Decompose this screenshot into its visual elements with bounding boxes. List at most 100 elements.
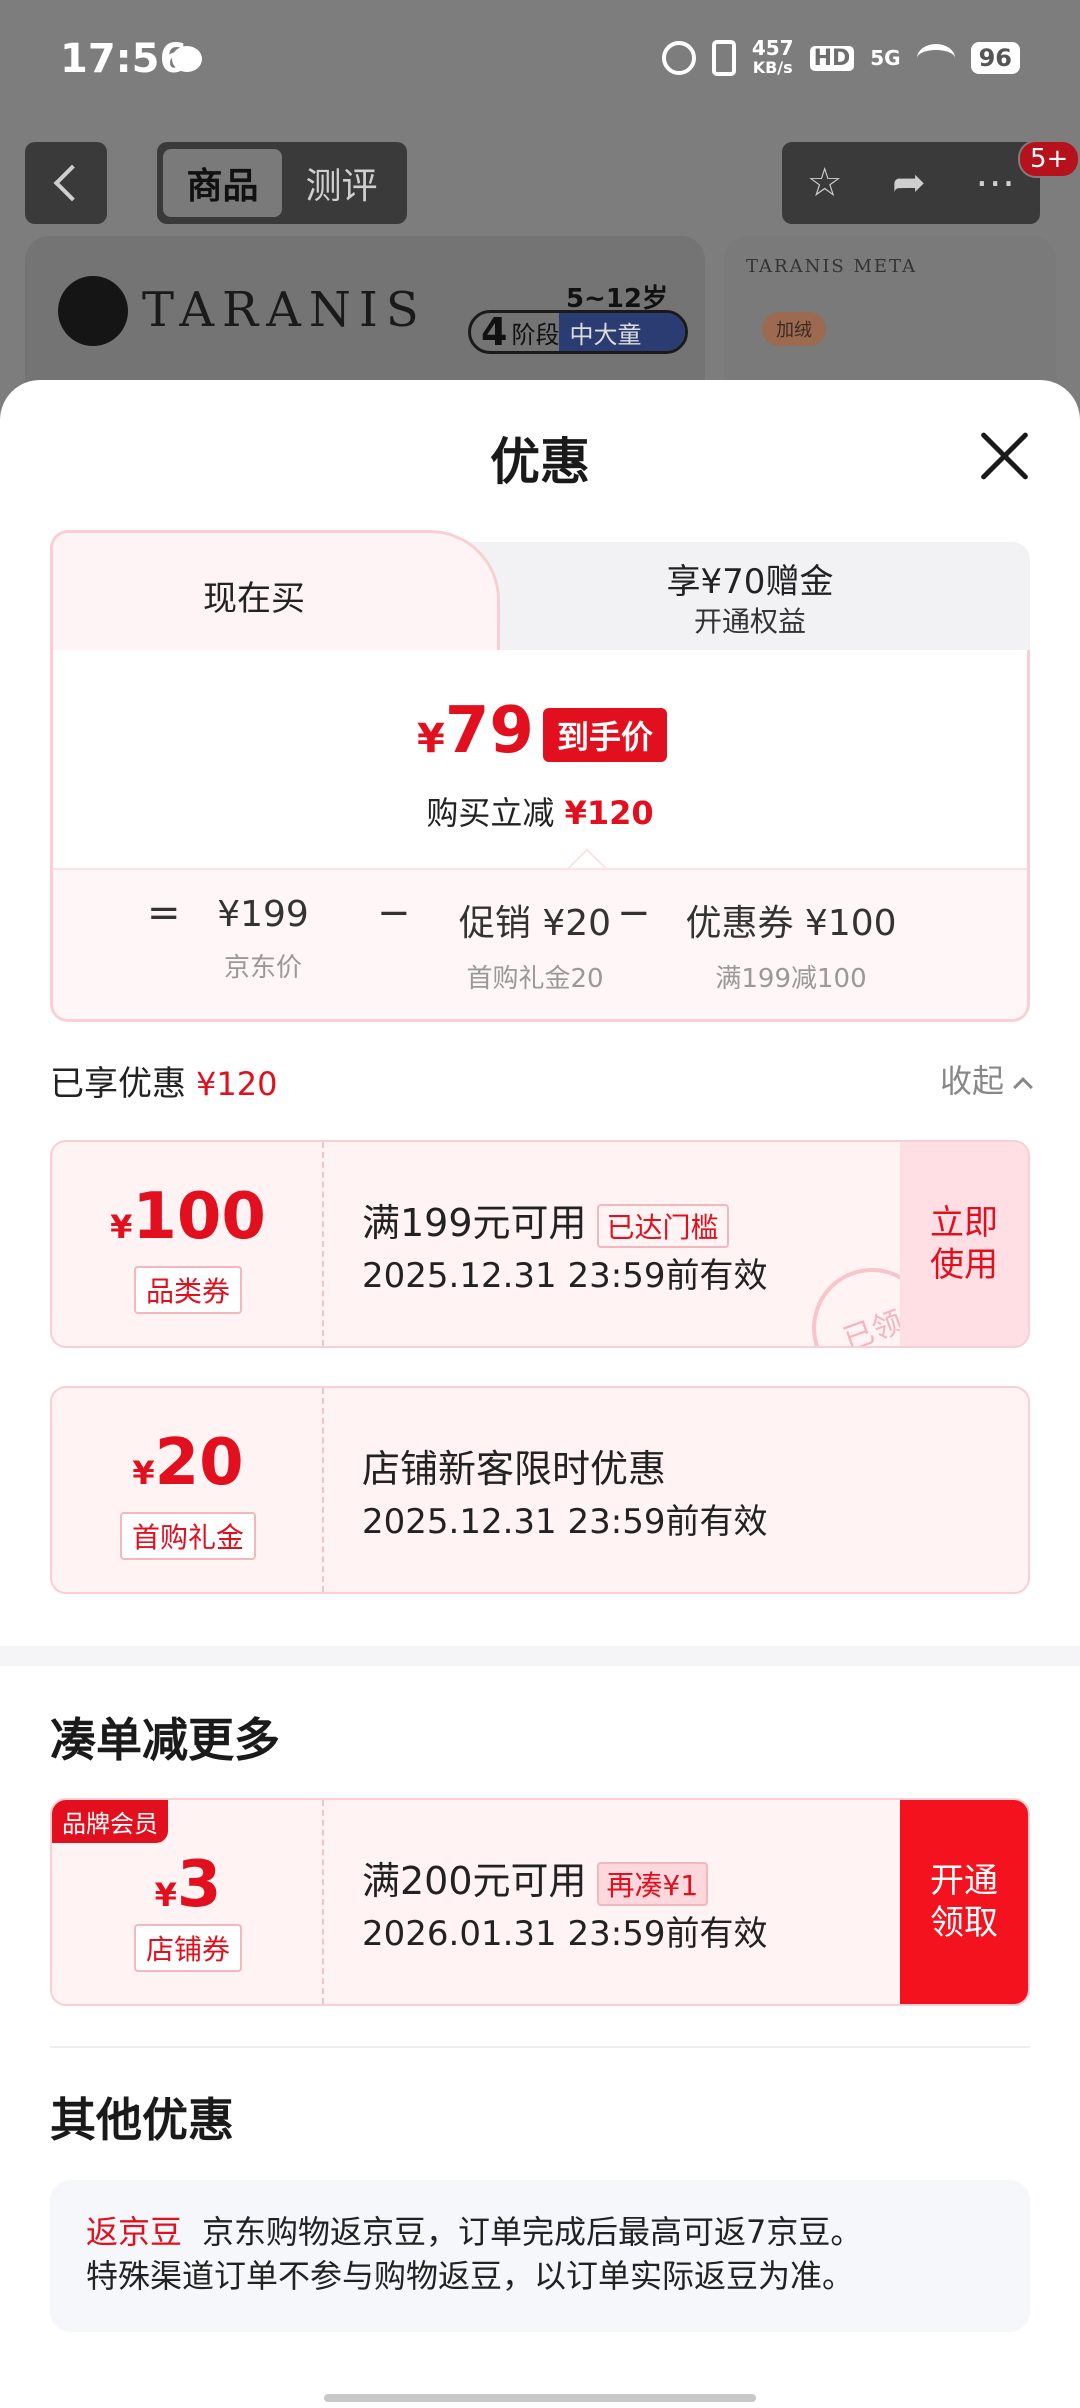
coupon-type: 店铺券 bbox=[52, 1924, 324, 1972]
jd-bean-text: 京东购物返京豆，订单完成后最高可返7京豆。 bbox=[202, 2213, 863, 2251]
signal-icon: 5G bbox=[870, 46, 901, 70]
coupon-label: 满199减100 bbox=[715, 964, 867, 994]
message-badge: 5+ bbox=[1018, 140, 1080, 178]
close-icon[interactable] bbox=[976, 428, 1032, 484]
chevron-up-icon bbox=[1013, 1077, 1033, 1097]
network-speed-value: 457 bbox=[751, 36, 794, 60]
stage-pill: 4 阶段 中大童 bbox=[468, 310, 688, 354]
coupon-type-label: 店铺券 bbox=[133, 1924, 242, 1972]
minus-sign-2: − bbox=[617, 890, 651, 936]
coupon-amount: ¥20 bbox=[52, 1428, 324, 1508]
membership-open: 开通权益 bbox=[693, 605, 806, 638]
enjoyed-amount: ¥120 bbox=[196, 1065, 278, 1103]
status-bar: 17:56 457 KB/s HD 5G 96 bbox=[0, 0, 1080, 120]
final-price-badge: 到手价 bbox=[543, 708, 668, 762]
membership-bonus: 享¥70赠金 bbox=[666, 562, 834, 602]
open-claim-button[interactable]: 开通 领取 bbox=[900, 1800, 1028, 2004]
coupon-amount: ¥3 bbox=[52, 1850, 324, 1930]
save-amount: ¥120 bbox=[564, 794, 654, 832]
jd-bean-line2: 特殊渠道订单不参与购物返豆，以订单实际返豆为准。 bbox=[86, 2257, 855, 2295]
tab-product[interactable]: 商品 bbox=[163, 149, 282, 217]
coupon-currency: ¥ bbox=[154, 1876, 177, 1914]
coupon-amount-value: 3 bbox=[176, 1848, 222, 1922]
coupon-card: ¥100 品类券 满199元可用 已达门槛 2025.12.31 23:59前有效… bbox=[50, 1140, 1030, 1348]
coupon-currency: ¥ bbox=[132, 1454, 155, 1492]
final-currency: ¥ bbox=[417, 716, 445, 762]
coupon-condition-text: 满199元可用 bbox=[362, 1201, 587, 1245]
coupon-type-label: 首购礼金 bbox=[119, 1512, 256, 1560]
member-badge: 品牌会员 bbox=[52, 1800, 168, 1843]
jd-bean-info: 返京豆 京东购物返京豆，订单完成后最高可返7京豆。 特殊渠道订单不参与购物返豆，以… bbox=[50, 2180, 1030, 2332]
back-button[interactable] bbox=[25, 142, 107, 224]
enjoyed-label: 已享优惠 bbox=[50, 1064, 186, 1104]
coupon-amount-value: 20 bbox=[154, 1426, 244, 1500]
final-price: ¥79 bbox=[417, 694, 534, 768]
tab-membership[interactable]: 享¥70赠金 开通权益 bbox=[470, 542, 1030, 652]
use-now-button[interactable]: 立即 使用 bbox=[900, 1142, 1028, 1346]
age-stage-label: 5~12岁 4 阶段 中大童 bbox=[468, 276, 688, 356]
product-tabs: 商品 测评 bbox=[157, 142, 407, 224]
sheet-title: 优惠 bbox=[490, 433, 590, 491]
coupon-amount: 优惠券 ¥100 bbox=[685, 903, 897, 944]
alarm-icon bbox=[661, 41, 696, 75]
network-speed: 457 KB/s bbox=[752, 38, 794, 78]
coupon-amount-value: 100 bbox=[132, 1180, 266, 1254]
threshold-tag: 已达门槛 bbox=[596, 1203, 729, 1248]
coupon-expiry: 2025.12.31 23:59前有效 bbox=[362, 1502, 768, 1542]
save-line: 购买立减 ¥120 bbox=[53, 788, 1027, 834]
brand-name: TARANIS bbox=[142, 282, 427, 338]
section-divider-line bbox=[50, 2046, 1030, 2048]
price-summary: ¥79 到手价 购买立减 ¥120 = ¥199 京东价 − 促销 ¥20 首购… bbox=[50, 650, 1030, 1022]
coupon-type: 首购礼金 bbox=[52, 1512, 324, 1560]
coupon-value-area: ¥100 品类券 bbox=[52, 1142, 324, 1346]
coupon-expiry: 2025.12.31 23:59前有效 bbox=[362, 1256, 768, 1296]
discount-sheet: 优惠 享¥70赠金 开通权益 现在买 ¥79 到手价 购买立减 ¥120 = ¥… bbox=[0, 380, 1080, 2408]
thumbnail-tag: 加绒 bbox=[762, 312, 826, 346]
member-coupon-card: ¥3 店铺券 品牌会员 满200元可用 再凑¥1 2026.01.31 23:59… bbox=[50, 1798, 1030, 2006]
other-discounts-title: 其他优惠 bbox=[50, 2093, 234, 2147]
stage-group: 中大童 bbox=[559, 313, 685, 351]
promo-amount: 促销 ¥20 bbox=[458, 903, 612, 944]
collapse-label: 收起 bbox=[939, 1062, 1004, 1100]
tab-review[interactable]: 测评 bbox=[282, 149, 401, 217]
save-prefix: 购买立减 bbox=[426, 794, 555, 832]
tab-buy-now-label: 现在买 bbox=[203, 579, 305, 619]
jd-price: ¥199 bbox=[217, 894, 309, 935]
equals-sign: = bbox=[147, 890, 181, 936]
final-price-area: ¥79 到手价 购买立减 ¥120 bbox=[53, 650, 1027, 868]
header-actions: ☆ ➦ ⋯ bbox=[782, 142, 1040, 224]
coupon-condition: 店铺新客限时优惠 bbox=[362, 1447, 667, 1491]
stage-number: 4 bbox=[481, 310, 508, 354]
coupon-condition: 满200元可用 再凑¥1 bbox=[362, 1850, 709, 1906]
vibrate-icon bbox=[711, 40, 736, 76]
collapse-button[interactable]: 收起 bbox=[939, 1056, 1033, 1102]
message-icon bbox=[172, 46, 202, 72]
coupon-type: 品类券 bbox=[52, 1266, 324, 1314]
coupon-card: ¥20 首购礼金 店铺新客限时优惠 2025.12.31 23:59前有效 bbox=[50, 1386, 1030, 1594]
jd-price-label: 京东价 bbox=[223, 953, 302, 983]
final-price-value: 79 bbox=[444, 694, 534, 768]
share-icon[interactable]: ➦ bbox=[892, 160, 926, 206]
jd-price-item: ¥199 京东价 bbox=[183, 894, 343, 984]
tab-buy-now[interactable]: 现在买 bbox=[50, 530, 500, 662]
network-speed-unit: KB/s bbox=[752, 58, 793, 77]
coupon-currency: ¥ bbox=[110, 1208, 133, 1246]
enjoyed-discount-row: 已享优惠 ¥120 收起 bbox=[50, 1056, 1033, 1106]
promo-label: 首购礼金20 bbox=[466, 964, 604, 994]
coupon-amount: ¥100 bbox=[52, 1182, 324, 1262]
wifi-icon bbox=[916, 44, 955, 72]
home-indicator[interactable] bbox=[324, 2394, 756, 2402]
jd-bean-line1: 返京豆 京东购物返京豆，订单完成后最高可返7京豆。 bbox=[86, 2210, 994, 2254]
coupon-expiry: 2026.01.31 23:59前有效 bbox=[362, 1914, 768, 1954]
hd-icon: HD bbox=[809, 45, 855, 71]
thumbnail-brand: TARANIS META bbox=[746, 256, 918, 277]
status-time: 17:56 bbox=[60, 36, 188, 82]
stage-label: 阶段 bbox=[511, 320, 560, 349]
more-savings-title: 凑单减更多 bbox=[50, 1713, 280, 1767]
coupon-condition: 满199元可用 已达门槛 bbox=[362, 1192, 729, 1248]
favorite-icon[interactable]: ☆ bbox=[807, 160, 843, 206]
jd-bean-label: 返京豆 bbox=[86, 2213, 183, 2251]
price-breakdown: = ¥199 京东价 − 促销 ¥20 首购礼金20 − 优惠券 ¥100 满1… bbox=[53, 868, 1027, 1019]
more-icon[interactable]: ⋯ bbox=[975, 160, 1015, 206]
battery-icon: 96 bbox=[970, 42, 1020, 74]
